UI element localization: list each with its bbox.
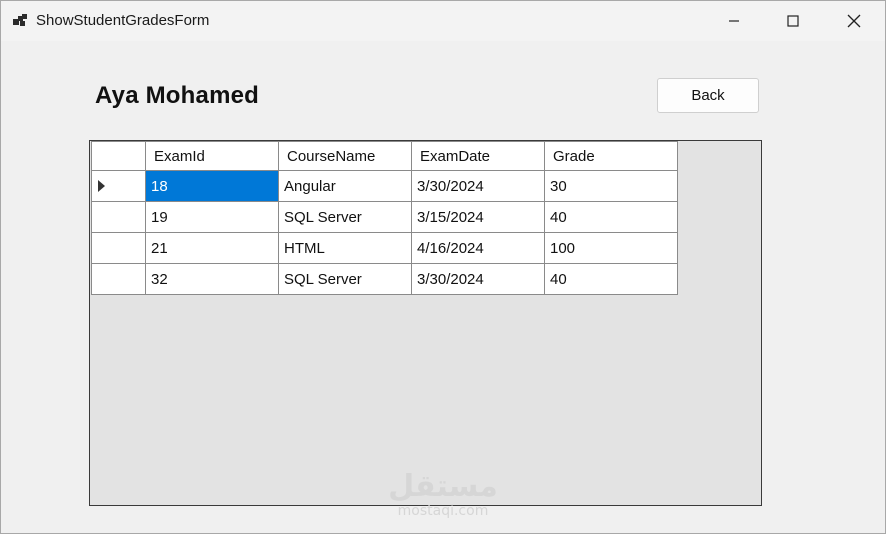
cell-coursename[interactable]: SQL Server xyxy=(278,263,412,295)
cell-examdate[interactable]: 4/16/2024 xyxy=(411,232,545,264)
row-header[interactable] xyxy=(91,232,146,264)
cell-coursename[interactable]: HTML xyxy=(278,232,412,264)
cell-grade[interactable]: 100 xyxy=(544,232,678,264)
table-row[interactable]: 21 HTML 4/16/2024 100 xyxy=(91,232,678,264)
cell-examid[interactable]: 18 xyxy=(145,170,279,202)
maximize-icon xyxy=(787,15,799,27)
cell-coursename[interactable]: SQL Server xyxy=(278,201,412,233)
table-row[interactable]: 19 SQL Server 3/15/2024 40 xyxy=(91,201,678,233)
cell-examdate[interactable]: 3/30/2024 xyxy=(411,263,545,295)
row-header[interactable] xyxy=(91,201,146,233)
watermark-latin: mostaqi.com xyxy=(397,503,489,519)
app-icon xyxy=(12,13,28,29)
column-header-examdate[interactable]: ExamDate xyxy=(411,141,545,171)
table-row[interactable]: 18 Angular 3/30/2024 30 xyxy=(91,170,678,202)
grades-table: ExamId CourseName ExamDate Grade 18 Angu… xyxy=(91,141,678,295)
current-row-arrow-icon xyxy=(98,180,105,192)
column-header-examid[interactable]: ExamId xyxy=(145,141,279,171)
row-header[interactable] xyxy=(91,263,146,295)
cell-examdate[interactable]: 3/15/2024 xyxy=(411,201,545,233)
form-window: ShowStudentGradesForm Aya Mohamed Back E… xyxy=(0,0,886,534)
maximize-button[interactable] xyxy=(770,1,816,41)
watermark: مستقل mostaqi.com xyxy=(387,471,499,523)
cell-grade[interactable]: 40 xyxy=(544,263,678,295)
grades-datagrid[interactable]: ExamId CourseName ExamDate Grade 18 Angu… xyxy=(89,140,762,506)
window-title: ShowStudentGradesForm xyxy=(36,12,210,29)
cell-examid[interactable]: 21 xyxy=(145,232,279,264)
cell-coursename[interactable]: Angular xyxy=(278,170,412,202)
row-header[interactable] xyxy=(91,170,146,202)
cell-grade[interactable]: 40 xyxy=(544,201,678,233)
column-header-grade[interactable]: Grade xyxy=(544,141,678,171)
column-header-coursename[interactable]: CourseName xyxy=(278,141,412,171)
student-name-label: Aya Mohamed xyxy=(95,82,260,109)
cell-examdate[interactable]: 3/30/2024 xyxy=(411,170,545,202)
cell-examid[interactable]: 32 xyxy=(145,263,279,295)
watermark-arabic: مستقل xyxy=(388,469,498,504)
cell-examid[interactable]: 19 xyxy=(145,201,279,233)
minimize-button[interactable] xyxy=(711,1,757,41)
cell-grade[interactable]: 30 xyxy=(544,170,678,202)
title-bar[interactable]: ShowStudentGradesForm xyxy=(1,1,885,41)
minimize-icon xyxy=(729,20,739,22)
close-button[interactable] xyxy=(831,1,877,41)
header-row: ExamId CourseName ExamDate Grade xyxy=(91,141,678,171)
table-row[interactable]: 32 SQL Server 3/30/2024 40 xyxy=(91,263,678,295)
corner-header[interactable] xyxy=(91,141,146,171)
close-icon xyxy=(847,14,861,28)
back-button[interactable]: Back xyxy=(657,78,759,113)
